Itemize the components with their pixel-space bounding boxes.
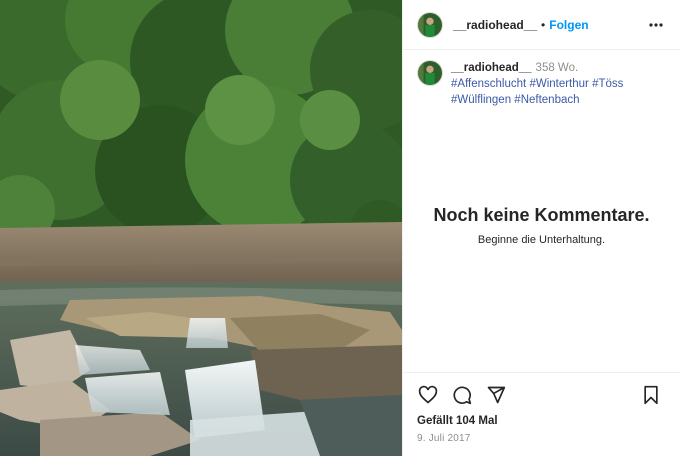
hashtag-link[interactable]: #Affenschlucht [451, 78, 526, 90]
post-image[interactable] [0, 0, 402, 456]
hashtag-link[interactable]: #Neftenbach [514, 94, 579, 106]
post-header: __radiohead__ • Folgen [403, 0, 680, 50]
likes-count[interactable]: Gefällt 104 Mal [417, 415, 666, 427]
action-bar [417, 383, 666, 407]
hashtag-link[interactable]: #Töss [592, 78, 623, 90]
comments-empty-state: Noch keine Kommentare. Beginne die Unter… [403, 108, 680, 372]
more-options-icon[interactable] [646, 15, 666, 35]
header-separator: • [541, 17, 546, 32]
hashtag-link[interactable]: #Wülflingen [451, 94, 511, 106]
bookmark-icon[interactable] [640, 384, 662, 406]
share-icon[interactable] [485, 384, 507, 406]
avatar[interactable] [417, 11, 443, 38]
caption-avatar[interactable] [417, 60, 443, 86]
post-date: 9. Juli 2017 [417, 433, 471, 444]
empty-comments-title: Noch keine Kommentare. [433, 204, 650, 225]
header-username[interactable]: __radiohead__ [453, 18, 537, 32]
empty-comments-subtitle: Beginne die Unterhaltung. [477, 233, 606, 246]
waterfall-photo [0, 0, 402, 456]
post-actions-area: Gefällt 104 Mal 9. Juli 2017 [403, 372, 680, 456]
caption-avatar-image [418, 61, 442, 85]
comment-icon[interactable] [451, 384, 473, 406]
caption-time[interactable]: 358 Wo. [536, 62, 579, 74]
avatar-image [418, 12, 442, 37]
follow-button[interactable]: Folgen [549, 18, 588, 32]
post-caption: __radiohead__ 358 Wo. #Affenschlucht #Win… [403, 50, 680, 108]
caption-username[interactable]: __radiohead__ [451, 62, 532, 74]
post-side-panel: __radiohead__ • Folgen __radiohead__ 358… [402, 0, 680, 456]
caption-body: __radiohead__ 358 Wo. #Affenschlucht #Win… [451, 60, 623, 108]
heart-icon[interactable] [417, 384, 439, 406]
hashtag-link[interactable]: #Winterthur [529, 78, 588, 90]
